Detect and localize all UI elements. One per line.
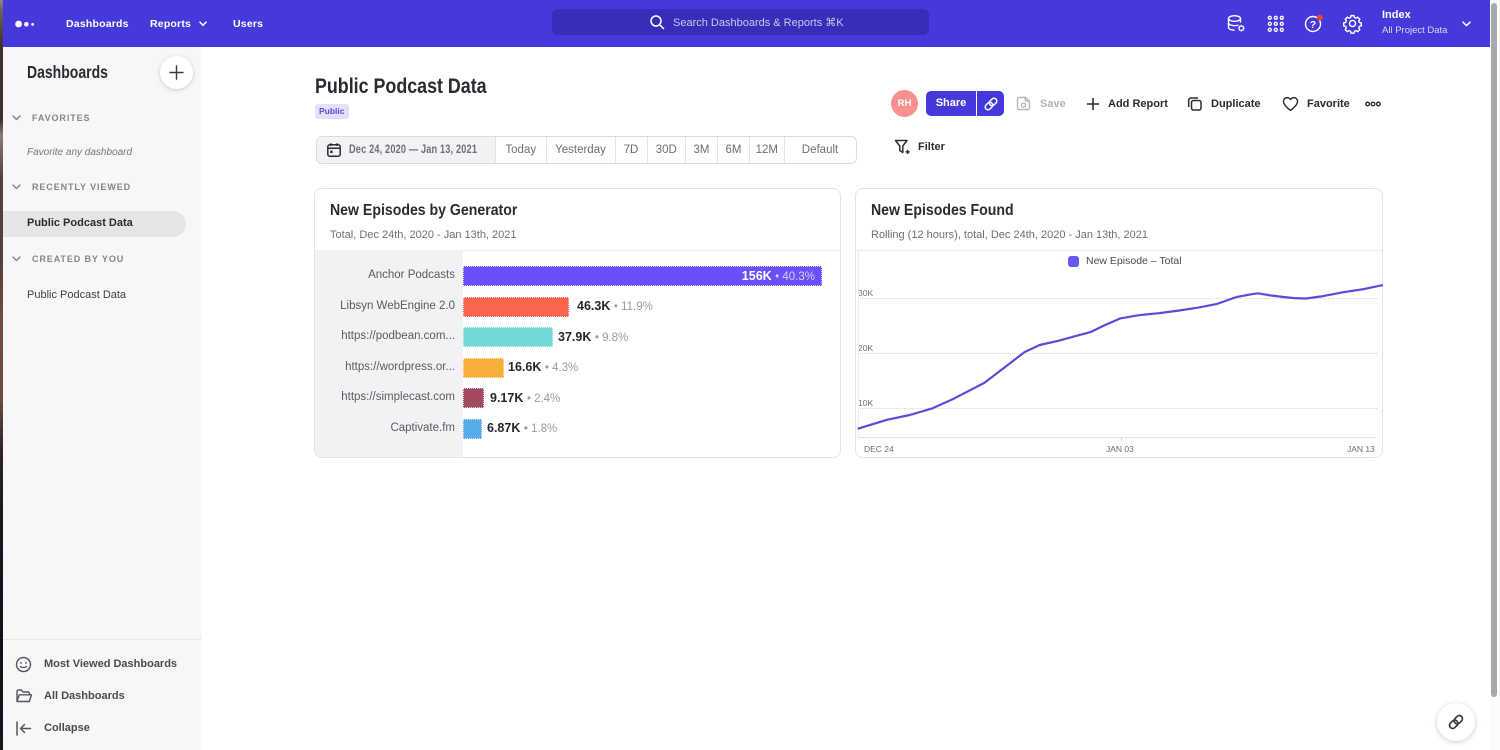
svg-text:?: ?	[1310, 19, 1316, 31]
